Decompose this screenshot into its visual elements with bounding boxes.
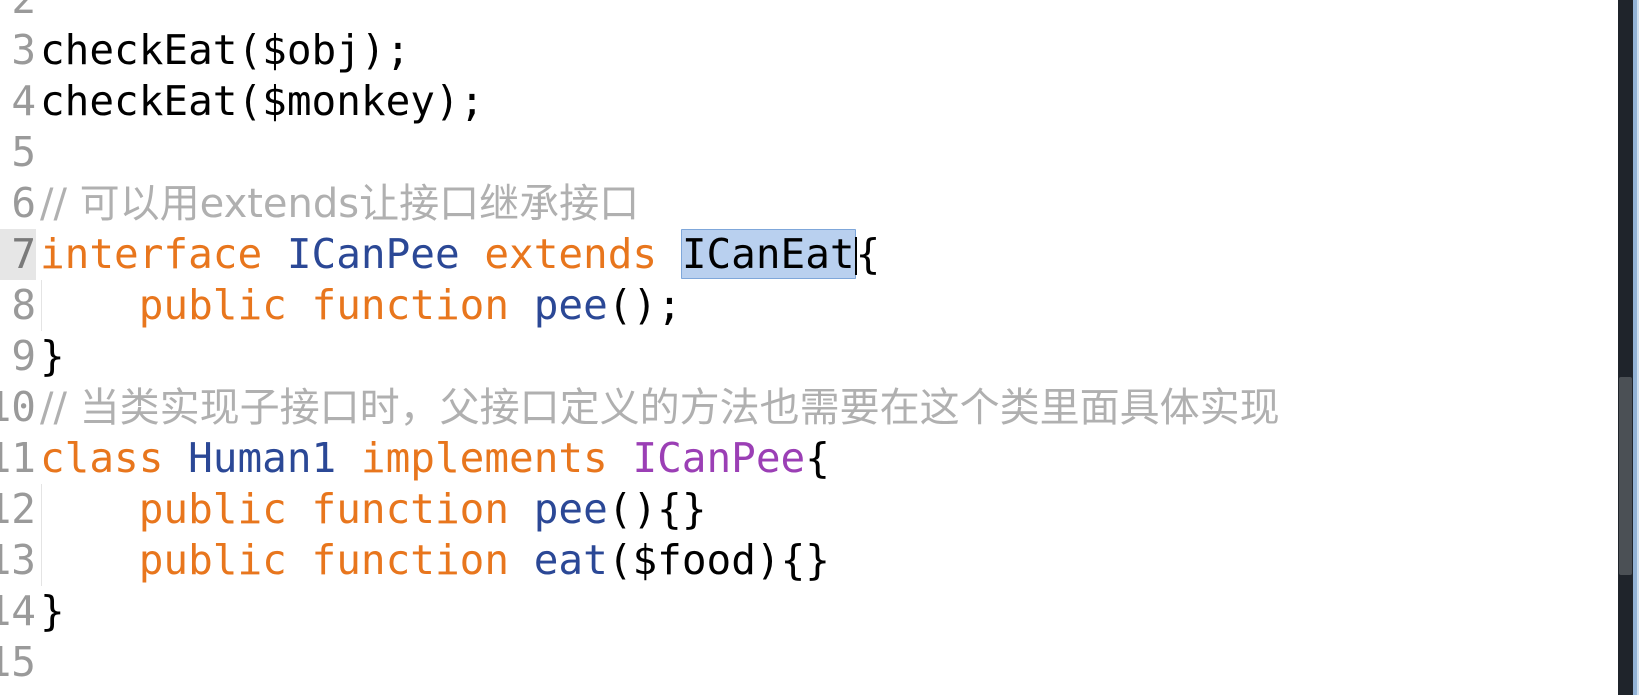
line-content: // 当类实现子接口时，父接口定义的方法也需要在这个类里面具体实现 bbox=[40, 382, 1280, 433]
code-line[interactable]: 5 bbox=[0, 127, 1606, 178]
line-number[interactable]: 13 bbox=[0, 535, 36, 586]
token-brace: { bbox=[805, 434, 830, 482]
token-keyword-public: public bbox=[138, 281, 312, 329]
token-brace: } bbox=[40, 332, 65, 380]
token-function-name: pee bbox=[533, 485, 608, 533]
token-comment: // 可以用extends让接口继承接口 bbox=[40, 181, 640, 227]
code-line[interactable]: 3 checkEat($obj); bbox=[0, 25, 1606, 76]
token-keyword-function: function bbox=[311, 536, 534, 584]
code-line[interactable]: 11 class Human1 implements ICanPee{ bbox=[0, 433, 1606, 484]
code-content-area[interactable]: 2 3 checkEat($obj); 4 checkEat($monkey);… bbox=[0, 0, 1606, 695]
line-content: public function pee(); bbox=[40, 280, 682, 331]
line-number[interactable]: 14 bbox=[0, 586, 36, 637]
code-line[interactable]: 10 // 当类实现子接口时，父接口定义的方法也需要在这个类里面具体实现 bbox=[0, 382, 1606, 433]
line-number[interactable]: 8 bbox=[0, 280, 36, 331]
token-keyword-extends: extends bbox=[459, 230, 682, 278]
code-line[interactable]: 4 checkEat($monkey); bbox=[0, 76, 1606, 127]
vertical-scrollbar[interactable] bbox=[1606, 0, 1639, 695]
code-line[interactable]: 13 public function eat($food){} bbox=[0, 535, 1606, 586]
token-keyword-class: class bbox=[40, 434, 189, 482]
token-brace: { bbox=[855, 230, 881, 278]
line-content: interface ICanPee extends ICanEat{ bbox=[40, 229, 880, 280]
token-call: checkEat($monkey); bbox=[40, 77, 485, 125]
token-comment: // 当类实现子接口时，父接口定义的方法也需要在这个类里面具体实现 bbox=[40, 385, 1280, 431]
code-line[interactable]: 2 bbox=[0, 0, 1606, 25]
token-function-name: pee bbox=[533, 281, 608, 329]
line-content: // 可以用extends让接口继承接口 bbox=[40, 178, 639, 229]
code-line[interactable]: 6 // 可以用extends让接口继承接口 bbox=[0, 178, 1606, 229]
token-keyword-public: public bbox=[138, 536, 312, 584]
line-number[interactable]: 3 bbox=[0, 25, 36, 76]
token-interface-name: ICanPee bbox=[632, 434, 806, 482]
code-line[interactable]: 8 public function pee(); bbox=[0, 280, 1606, 331]
token-call: checkEat($obj); bbox=[40, 26, 411, 74]
selected-text[interactable]: ICanEat bbox=[680, 229, 856, 279]
token-interface-name: ICanPee bbox=[286, 230, 460, 278]
token-keyword-function: function bbox=[311, 281, 534, 329]
scrollbar-gutter-gap bbox=[1606, 0, 1618, 695]
code-line[interactable]: 14 } bbox=[0, 586, 1606, 637]
line-number[interactable]: 15 bbox=[0, 637, 36, 688]
token-keyword-implements: implements bbox=[336, 434, 633, 482]
line-content: } bbox=[40, 586, 65, 637]
line-number[interactable]: 2 bbox=[0, 0, 36, 25]
scrollbar-thumb[interactable] bbox=[1619, 377, 1632, 575]
line-number[interactable]: 5 bbox=[0, 127, 36, 178]
token-class-name: Human1 bbox=[188, 434, 337, 482]
line-number[interactable]: 11 bbox=[0, 433, 36, 484]
line-number[interactable]: 6 bbox=[0, 178, 36, 229]
line-number[interactable]: 10 bbox=[0, 382, 36, 433]
code-line[interactable]: 12 public function pee(){} bbox=[0, 484, 1606, 535]
line-content: checkEat($obj); bbox=[40, 25, 410, 76]
line-number[interactable]: 12 bbox=[0, 484, 36, 535]
line-number-active[interactable]: 7 bbox=[0, 229, 36, 280]
token-punctuation: ($food){} bbox=[607, 536, 830, 584]
token-keyword-function: function bbox=[311, 485, 534, 533]
token-function-name: eat bbox=[533, 536, 608, 584]
line-content: checkEat($monkey); bbox=[40, 76, 484, 127]
line-content: public function eat($food){} bbox=[40, 535, 830, 586]
code-line-active[interactable]: 7 interface ICanPee extends ICanEat{ bbox=[0, 229, 1606, 280]
token-keyword-public: public bbox=[138, 485, 312, 533]
line-content: public function pee(){} bbox=[40, 484, 707, 535]
token-brace: } bbox=[40, 587, 65, 635]
line-content: class Human1 implements ICanPee{ bbox=[40, 433, 830, 484]
code-editor-window: 2 3 checkEat($obj); 4 checkEat($monkey);… bbox=[0, 0, 1639, 695]
line-content: } bbox=[40, 331, 65, 382]
code-line[interactable]: 15 bbox=[0, 637, 1606, 688]
scrollbar-track[interactable] bbox=[1618, 0, 1633, 695]
token-punctuation: (); bbox=[607, 281, 682, 329]
code-line[interactable]: 9 } bbox=[0, 331, 1606, 382]
line-number[interactable]: 4 bbox=[0, 76, 36, 127]
line-number[interactable]: 9 bbox=[0, 331, 36, 382]
token-punctuation: (){} bbox=[607, 485, 707, 533]
token-keyword-interface: interface bbox=[40, 230, 287, 278]
